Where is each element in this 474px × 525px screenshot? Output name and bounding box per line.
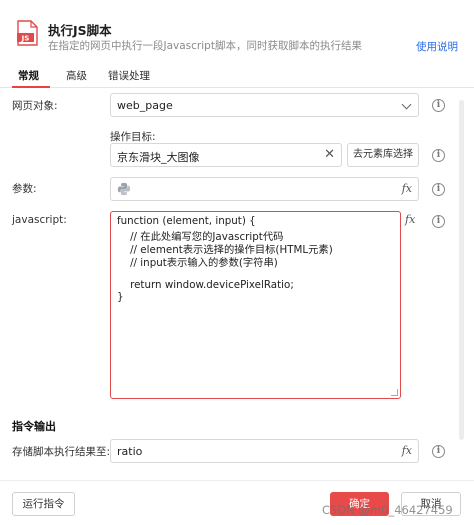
target-input-value: 京东滑块_大图像 [117,151,200,164]
store-result-value: ratio [117,445,143,458]
fx-icon[interactable]: fx [402,444,412,457]
dialog-title: 执行JS脚本 [48,23,112,38]
params-label: 参数: [12,183,37,195]
javascript-code-editor[interactable]: function (element, input) { // 在此处编写您的Ja… [110,211,401,399]
footer-divider [0,480,474,481]
fx-icon[interactable]: fx [402,182,412,195]
javascript-label: javascript: [12,214,67,226]
webpage-select-value: web_page [117,99,173,112]
target-input[interactable]: 京东滑块_大图像 ✕ [110,143,342,167]
tab-bar: 常规 高级 错误处理 [0,62,474,88]
element-library-button[interactable]: 去元素库选择 [347,143,419,167]
info-icon[interactable]: i [432,215,445,228]
tab-error-handling[interactable]: 错误处理 [108,68,150,83]
output-section-title: 指令输出 [12,420,56,433]
fx-icon[interactable]: fx [405,213,415,226]
svg-text:JS: JS [21,35,30,43]
dialog-subtitle: 在指定的网页中执行一段Javascript脚本，同时获取脚本的执行结果 [48,40,362,52]
store-result-input[interactable]: ratio fx [110,439,419,463]
python-icon [117,182,131,196]
dialog-header: JS 执行JS脚本 在指定的网页中执行一段Javascript脚本，同时获取脚本… [0,0,474,60]
active-tab-indicator [12,86,50,88]
tab-advanced[interactable]: 高级 [66,68,87,83]
info-icon[interactable]: i [432,445,445,458]
webpage-select[interactable]: web_page [110,93,419,117]
params-input[interactable]: fx [110,177,419,201]
info-icon[interactable]: i [432,99,445,112]
info-icon[interactable]: i [432,183,445,196]
code-line: // input表示输入的参数(字符串) [117,257,278,269]
code-line: return window.devicePixelRatio; [117,279,294,291]
clear-icon[interactable]: ✕ [324,147,335,162]
watermark: CSDN @m0_46427459 [322,503,453,517]
scrollbar[interactable] [459,100,464,440]
tab-general[interactable]: 常规 [18,68,39,83]
help-link[interactable]: 使用说明 [416,39,458,54]
store-result-label: 存储脚本执行结果至: [12,446,111,458]
code-line: function (element, input) { [117,215,256,227]
resize-handle[interactable] [391,389,398,396]
target-label: 操作目标: [110,131,156,143]
info-icon[interactable]: i [432,149,445,162]
run-command-button[interactable]: 运行指令 [12,492,75,516]
code-line: } [117,291,124,303]
webpage-label: 网页对象: [12,100,58,112]
js-file-icon: JS [17,20,38,46]
chevron-down-icon[interactable] [401,99,412,110]
